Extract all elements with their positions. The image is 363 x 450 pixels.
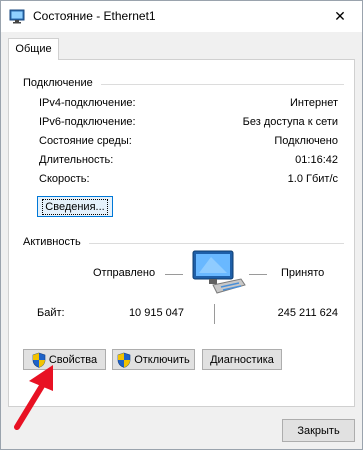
bytes-sent-value: 10 915 047 xyxy=(128,307,184,319)
speed-label: Скорость: xyxy=(39,173,90,185)
media-state-label: Состояние среды: xyxy=(39,135,132,147)
uac-shield-icon xyxy=(117,352,131,368)
received-label: Принято xyxy=(281,267,325,279)
sent-line xyxy=(165,274,183,275)
bytes-divider xyxy=(214,304,215,324)
duration-value: 01:16:42 xyxy=(295,154,338,166)
disable-button[interactable]: Отключить xyxy=(112,349,195,370)
media-state-value: Подключено xyxy=(274,135,338,147)
details-button-label: Сведения... xyxy=(42,198,108,215)
general-panel: Подключение IPv4-подключение: Интернет I… xyxy=(8,59,355,407)
diagnose-button[interactable]: Диагностика xyxy=(202,349,282,370)
sent-label: Отправлено xyxy=(93,267,156,279)
network-adapter-icon xyxy=(9,9,25,24)
received-line xyxy=(249,274,267,275)
status-window: Состояние - Ethernet1 ✕ Общие Подключени… xyxy=(0,0,363,450)
bytes-label: Байт: xyxy=(37,307,65,319)
network-activity-icon xyxy=(192,250,246,294)
tab-general[interactable]: Общие xyxy=(8,38,59,60)
red-arrow-annotation xyxy=(14,365,53,430)
close-button[interactable]: Закрыть xyxy=(282,419,355,442)
close-button-label: Закрыть xyxy=(297,424,340,437)
bytes-received-value: 245 211 624 xyxy=(277,307,338,319)
activity-group-label: Активность xyxy=(23,236,81,248)
activity-divider xyxy=(89,243,344,244)
title-bar: Состояние - Ethernet1 ✕ xyxy=(1,1,362,32)
disable-button-label: Отключить xyxy=(134,353,190,366)
connection-divider xyxy=(101,84,344,85)
close-icon: ✕ xyxy=(334,8,346,24)
ipv6-label: IPv6-подключение: xyxy=(39,116,136,128)
ipv4-value: Интернет xyxy=(290,97,338,109)
close-window-button[interactable]: ✕ xyxy=(318,1,362,32)
diagnose-button-label: Диагностика xyxy=(210,353,274,366)
details-button[interactable]: Сведения... xyxy=(37,196,113,217)
speed-value: 1.0 Гбит/с xyxy=(287,173,338,185)
connection-group-label: Подключение xyxy=(23,77,93,89)
duration-label: Длительность: xyxy=(39,154,114,166)
ipv6-value: Без доступа к сети xyxy=(242,116,338,128)
window-title: Состояние - Ethernet1 xyxy=(33,9,156,23)
ipv4-label: IPv4-подключение: xyxy=(39,97,136,109)
